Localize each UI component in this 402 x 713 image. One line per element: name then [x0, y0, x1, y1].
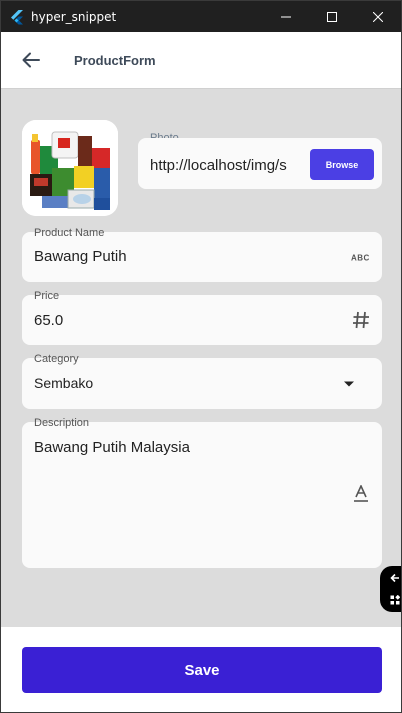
arrow-left-icon[interactable]: [389, 572, 400, 583]
price-label: Price: [34, 290, 60, 302]
product-form: Photo http://localhost/img/s Browse Bawa…: [1, 89, 401, 627]
description-field[interactable]: Bawang Putih Malaysia: [22, 422, 382, 568]
abc-icon: ABC: [350, 250, 372, 264]
text-format-icon: [350, 484, 372, 504]
browse-button[interactable]: Browse: [310, 149, 374, 180]
close-window-button[interactable]: [355, 1, 401, 32]
svg-text:ABC: ABC: [351, 254, 370, 263]
app-bar: ProductForm: [1, 32, 401, 89]
close-icon: [373, 11, 383, 22]
photo-field: http://localhost/img/s Browse: [138, 138, 382, 189]
arrow-back-icon: [22, 52, 40, 68]
flutter-logo-icon: [11, 9, 23, 24]
title-bar[interactable]: hyper_snippet: [1, 1, 401, 32]
category-label: Category: [34, 353, 79, 365]
category-dropdown[interactable]: Sembako: [22, 358, 382, 409]
description-label: Description: [34, 417, 90, 429]
dropdown-arrow-icon[interactable]: [338, 378, 360, 390]
hash-icon: [350, 309, 372, 331]
maximize-icon: [327, 11, 337, 22]
debug-side-panel[interactable]: [380, 566, 401, 612]
widgets-grid-icon[interactable]: [389, 594, 400, 605]
description-input[interactable]: Bawang Putih Malaysia: [34, 439, 190, 456]
photo-url-input[interactable]: http://localhost/img/s: [150, 157, 302, 174]
back-button[interactable]: [16, 45, 46, 75]
product-name-field[interactable]: Bawang Putih ABC: [22, 232, 382, 282]
category-selected-value: Sembako: [34, 375, 94, 391]
maximize-button[interactable]: [309, 1, 355, 32]
minimize-button[interactable]: [263, 1, 309, 32]
product-image[interactable]: [22, 120, 118, 216]
window-title: hyper_snippet: [31, 9, 117, 24]
product-name-label: Product Name: [34, 227, 105, 239]
minimize-icon: [281, 16, 291, 17]
window-controls: [263, 1, 401, 32]
app-window: hyper_snippet ProductForm http://localho…: [0, 0, 402, 713]
product-photo-icon: [22, 120, 118, 216]
page-title: ProductForm: [74, 52, 156, 68]
price-field[interactable]: 65.0: [22, 295, 382, 345]
price-input[interactable]: 65.0: [34, 312, 63, 329]
bottom-bar: Save: [1, 627, 401, 712]
product-name-input[interactable]: Bawang Putih: [34, 248, 127, 265]
save-button[interactable]: Save: [22, 647, 382, 693]
